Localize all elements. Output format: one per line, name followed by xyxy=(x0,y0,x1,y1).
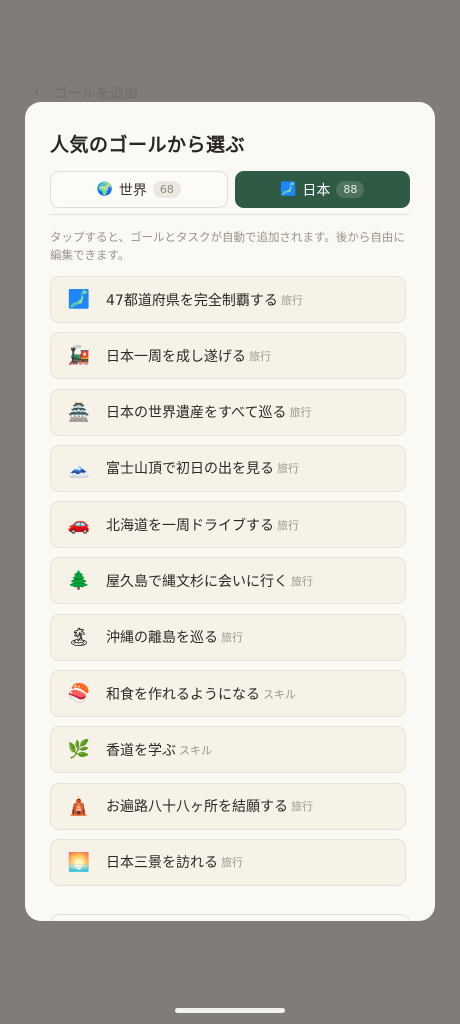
goal-emoji-icon: 🌅 xyxy=(67,851,91,873)
goal-item[interactable]: 🌿 香道を学ぶ スキル xyxy=(50,726,406,774)
goal-label: 和食を作れるようになる xyxy=(106,686,260,703)
goal-item[interactable]: 🚗 北海道を一周ドライブする 旅行 xyxy=(50,501,406,549)
goal-label: 日本の世界遺産をすべて巡る xyxy=(106,405,287,422)
goal-category: 旅行 xyxy=(277,518,299,532)
goal-category: 旅行 xyxy=(280,293,303,307)
tab-world-label: 世界 xyxy=(118,182,147,199)
tab-world-count: 68 xyxy=(152,181,181,198)
globe-icon: 🌍 xyxy=(96,182,113,197)
tab-japan[interactable]: 🗾 日本 88 xyxy=(234,171,410,208)
goal-emoji-icon: 🗾 xyxy=(67,289,91,310)
goal-label: 47都道府県を完全制覇する xyxy=(106,292,278,309)
goal-emoji-icon: 🚗 xyxy=(67,514,91,536)
goal-label: 沖縄の離島を巡る xyxy=(106,630,218,647)
goal-label: 香道を学ぶ xyxy=(106,742,176,759)
goal-emoji-icon: 🏝 xyxy=(67,626,91,648)
japan-map-icon: 🗾 xyxy=(280,182,297,197)
goal-label: 日本一周を成し遂げる xyxy=(106,348,246,365)
goal-item[interactable]: 🗾 47都道府県を完全制覇する 旅行 xyxy=(50,276,406,323)
goal-item[interactable]: 🏯 日本の世界遺産をすべて巡る 旅行 xyxy=(50,388,406,436)
goal-category: スキル xyxy=(179,743,212,757)
tab-world[interactable]: 🌍 世界 68 xyxy=(50,171,228,208)
region-tabs: 🌍 世界 68 🗾 日本 88 xyxy=(50,171,410,208)
goal-category: スキル xyxy=(263,687,296,701)
back-icon: ‹ xyxy=(34,85,40,101)
home-indicator[interactable] xyxy=(175,1008,285,1013)
divider xyxy=(50,214,410,215)
goal-item[interactable]: 🛕 お遍路八十八ヶ所を結願する 旅行 xyxy=(50,782,406,830)
goal-label: お遍路八十八ヶ所を結願する xyxy=(106,799,288,816)
instruction-text: タップすると、ゴールとタスクが自動で追加されます。後から自由に編集できます。 xyxy=(50,230,405,262)
goal-emoji-icon: 🏯 xyxy=(67,401,91,423)
goal-category: 旅行 xyxy=(277,462,299,476)
goal-item[interactable]: 🏝 沖縄の離島を巡る 旅行 xyxy=(50,613,406,661)
goal-item[interactable]: 🚂 日本一周を成し遂げる 旅行 xyxy=(50,332,406,380)
sheet-title: 人気のゴールから選ぶ xyxy=(50,134,246,156)
goal-emoji-icon: 🛕 xyxy=(67,795,91,817)
goal-category: 旅行 xyxy=(221,631,243,645)
popular-goals-sheet: 人気のゴールから選ぶ 🌍 世界 68 🗾 日本 88 タップすると、ゴールとタス… xyxy=(25,102,435,921)
goal-item[interactable]: 🌅 日本三景を訪れる 旅行 xyxy=(50,838,406,886)
goal-item[interactable]: 🌲 屋久島で縄文杉に会いに行く 旅行 xyxy=(50,557,406,605)
background-header: ‹ ゴールを追加 xyxy=(34,82,138,104)
background-title: ゴールを追加 xyxy=(53,86,138,102)
tab-japan-label: 日本 xyxy=(302,182,331,199)
goal-category: 旅行 xyxy=(291,574,313,588)
goal-emoji-icon: 🌿 xyxy=(67,739,91,761)
goal-label: 日本三景を訪れる xyxy=(106,855,218,872)
goal-item[interactable]: 🗻 富士山頂で初日の出を見る 旅行 xyxy=(50,444,406,492)
goal-category: 旅行 xyxy=(289,406,312,420)
goal-category: 旅行 xyxy=(291,800,313,814)
goal-emoji-icon: 🌲 xyxy=(67,570,91,592)
goal-list: 🗾 47都道府県を完全制覇する 旅行 🚂 日本一周を成し遂げる 旅行 🏯 日本の世界遺産をすべ… xyxy=(50,276,406,895)
tab-japan-count: 88 xyxy=(336,181,365,198)
goal-category: 旅行 xyxy=(249,349,271,363)
goal-category: 旅行 xyxy=(221,856,243,870)
goal-emoji-icon: 🗻 xyxy=(67,457,91,479)
goal-item[interactable]: 🍣 和食を作れるようになる スキル xyxy=(50,670,406,718)
goal-label: 北海道を一周ドライブする xyxy=(106,517,274,534)
goal-emoji-icon: 🚂 xyxy=(67,345,91,367)
goal-emoji-icon: 🍣 xyxy=(67,683,91,705)
goal-label: 富士山頂で初日の出を見る xyxy=(106,461,274,478)
goal-label: 屋久島で縄文杉に会いに行く xyxy=(106,573,288,590)
next-list-item[interactable] xyxy=(50,914,410,921)
